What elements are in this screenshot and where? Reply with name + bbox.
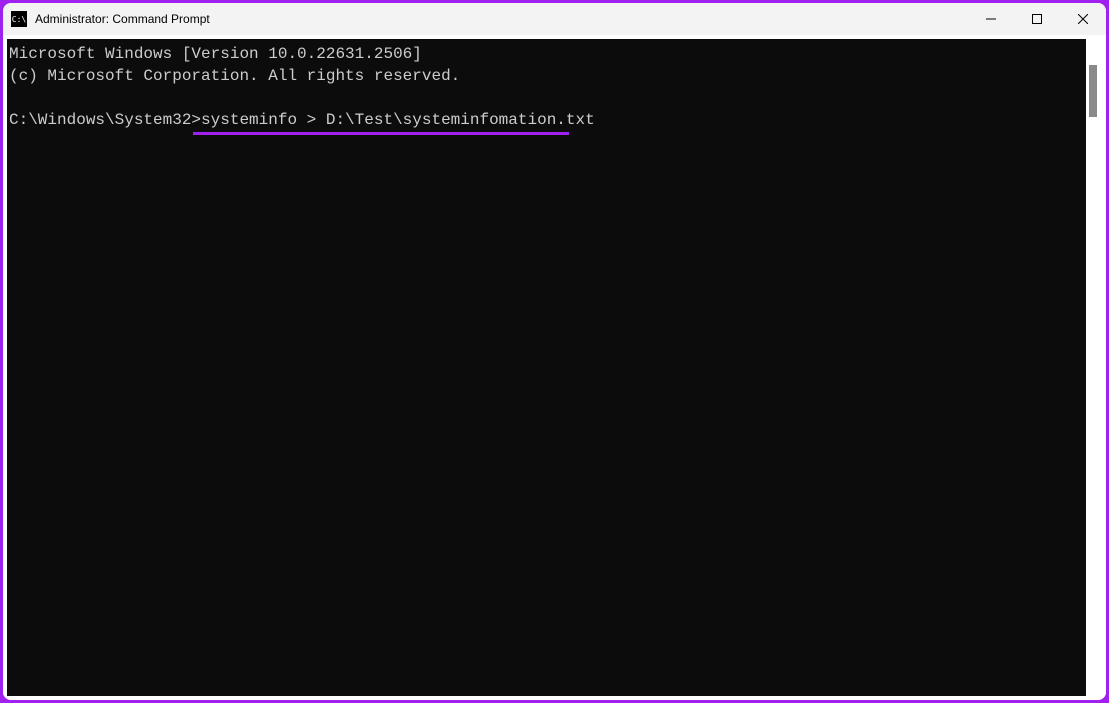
window-controls (968, 3, 1106, 35)
typed-command: systeminfo > D:\Test\systeminfomation.tx… (201, 111, 595, 129)
prompt-line: C:\Windows\System32>systeminfo > D:\Test… (9, 109, 595, 131)
command-highlight-underline (193, 132, 569, 135)
close-button[interactable] (1060, 3, 1106, 35)
console-output[interactable]: Microsoft Windows [Version 10.0.22631.25… (7, 39, 1086, 696)
scrollbar-thumb[interactable] (1089, 65, 1097, 117)
minimize-icon (986, 14, 996, 24)
minimize-button[interactable] (968, 3, 1014, 35)
window-title: Administrator: Command Prompt (35, 12, 968, 26)
command-prompt-window: C:\ Administrator: Command Prompt Micros… (3, 3, 1106, 700)
titlebar[interactable]: C:\ Administrator: Command Prompt (3, 3, 1106, 35)
prompt-path: C:\Windows\System32> (9, 111, 201, 129)
console-line: Microsoft Windows [Version 10.0.22631.25… (9, 45, 422, 63)
client-area: Microsoft Windows [Version 10.0.22631.25… (3, 35, 1106, 700)
maximize-icon (1032, 14, 1042, 24)
cmd-icon: C:\ (11, 11, 27, 27)
vertical-scrollbar[interactable] (1086, 39, 1100, 696)
close-icon (1078, 14, 1088, 24)
console-line: (c) Microsoft Corporation. All rights re… (9, 67, 460, 85)
maximize-button[interactable] (1014, 3, 1060, 35)
